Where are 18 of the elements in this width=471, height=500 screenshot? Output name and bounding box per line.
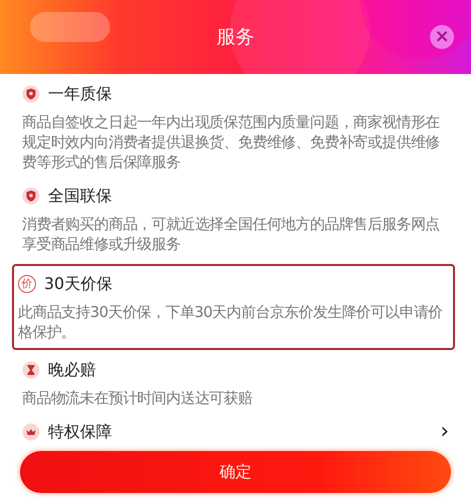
service-title: 晚必赔 bbox=[48, 359, 97, 381]
service-description: 商品物流未在预计时间内送达可获赔 bbox=[22, 388, 254, 408]
shield-icon bbox=[22, 187, 40, 205]
service-title: 特权保障 bbox=[48, 421, 113, 443]
confirm-button[interactable]: 确定 bbox=[20, 451, 451, 493]
service-title: 全国联保 bbox=[48, 185, 113, 207]
crown-icon bbox=[22, 423, 40, 441]
close-button[interactable]: × bbox=[430, 25, 454, 49]
service-description: 消费者购买的商品，可就近选择全国任何地方的品牌售后服务网点享受商品维修或升级服务 bbox=[22, 214, 441, 254]
dialog-title: 服务 bbox=[216, 24, 254, 50]
service-description: 此商品支持30天价保，下单30天内前台京东价发生降价可以申请价格保护。 bbox=[18, 302, 444, 342]
service-description: 商品自签收之日起一年内出现质保范围内质量问题，商家视情形在规定时效内向消费者提供退换货、免费维修、免费补寄或提供维修费等形式的售后保障服务 bbox=[22, 112, 441, 172]
service-title: 30天价保 bbox=[44, 273, 114, 295]
price-tag-icon: 价 bbox=[18, 275, 36, 293]
chevron-icon[interactable]: › bbox=[440, 421, 449, 443]
service-title: 一年质保 bbox=[48, 83, 113, 105]
hourglass-icon bbox=[22, 361, 40, 379]
shield-icon bbox=[22, 85, 40, 103]
